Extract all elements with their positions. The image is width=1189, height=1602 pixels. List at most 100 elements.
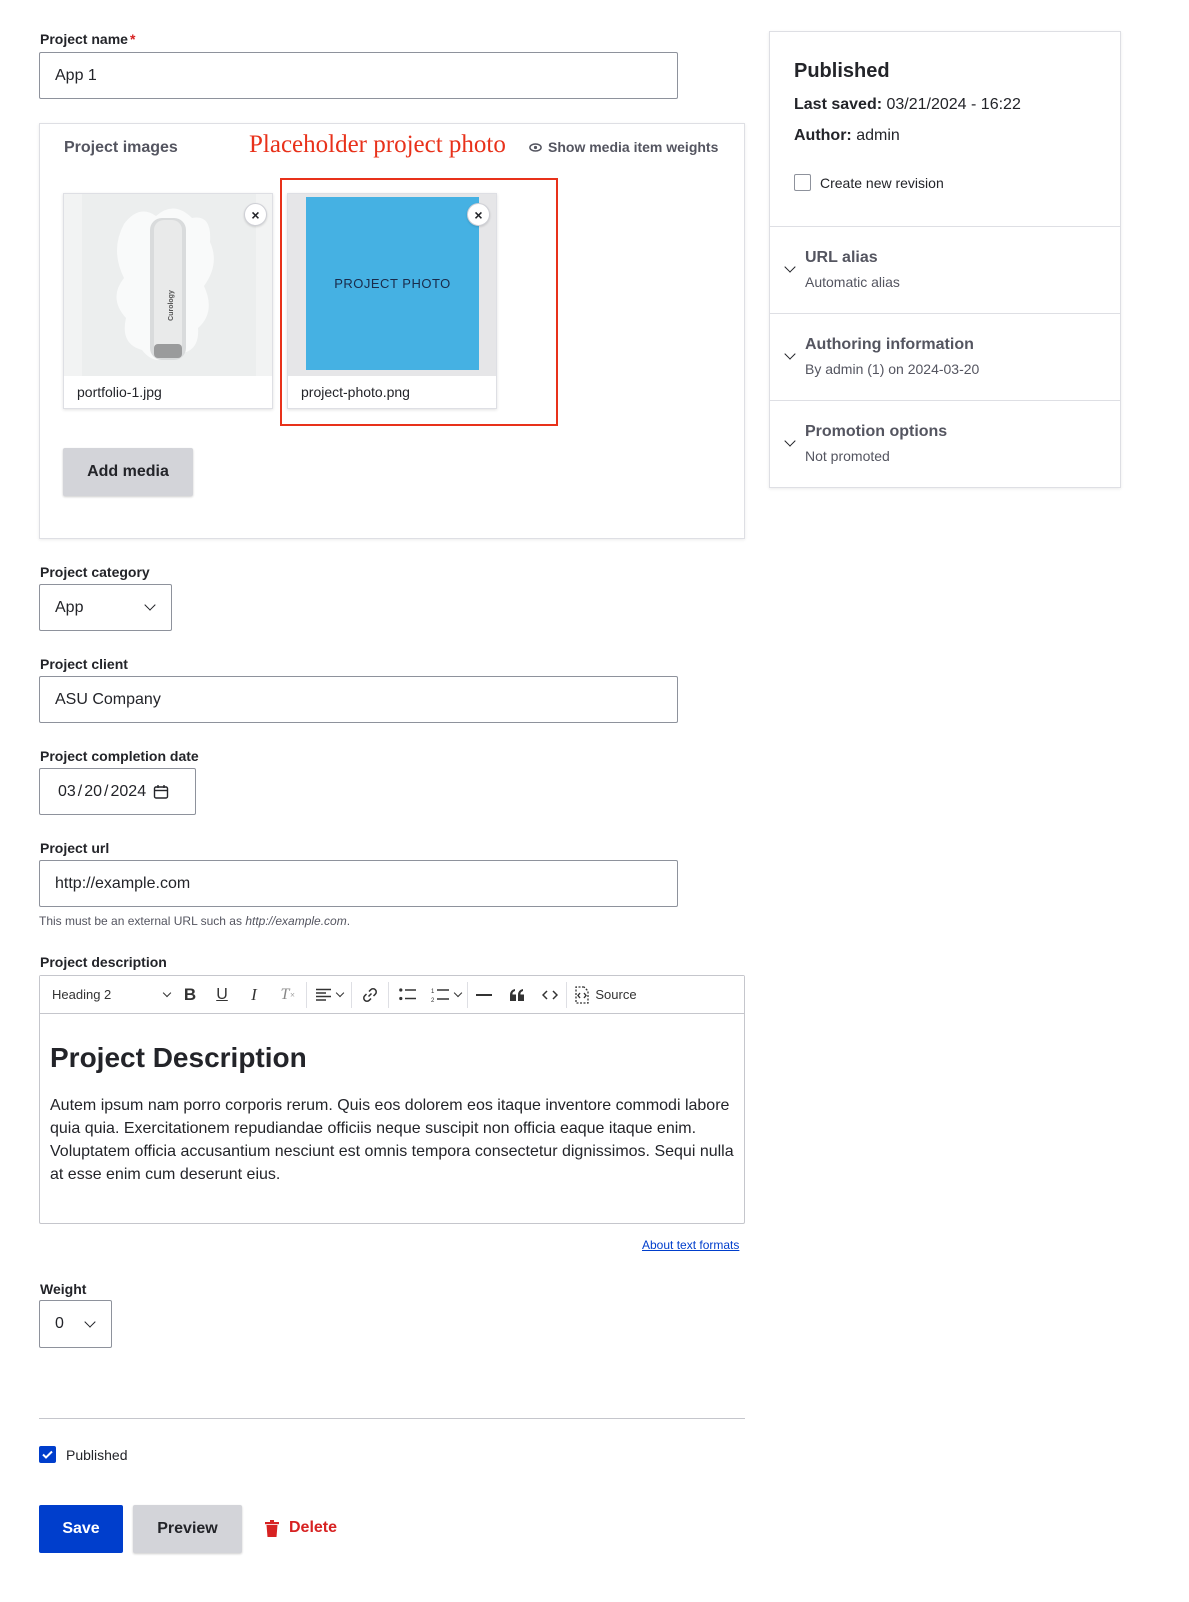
chevron-down-icon (162, 988, 172, 998)
last-saved-label: Last saved: (794, 96, 883, 113)
link-button[interactable] (352, 981, 388, 1009)
date-year[interactable]: 2024 (111, 783, 147, 801)
url-alias-summary: Automatic alias (805, 274, 900, 290)
heading-dropdown-value: Heading 2 (52, 987, 112, 1002)
sidebar-section-promotion[interactable]: Promotion options Not promoted (770, 400, 1120, 487)
chevron-down-icon (335, 988, 344, 998)
alignment-dropdown[interactable] (307, 981, 351, 1009)
completion-date-input[interactable]: 03 / 20 / 2024 (39, 768, 196, 815)
about-text-formats-link[interactable]: About text formats (642, 1238, 739, 1252)
save-button[interactable]: Save (39, 1505, 123, 1553)
align-left-icon (315, 988, 331, 1001)
weight-value: 0 (55, 1315, 64, 1332)
source-button[interactable]: Source (567, 981, 643, 1009)
code-button[interactable] (534, 981, 566, 1009)
underline-button[interactable]: U (206, 981, 238, 1009)
sidebar-section-authoring[interactable]: Authoring information By admin (1) on 20… (770, 313, 1120, 400)
required-mark: * (129, 31, 136, 47)
calendar-icon[interactable] (153, 784, 169, 800)
bulleted-list-button[interactable] (389, 981, 425, 1009)
project-name-input[interactable]: App 1 (39, 52, 678, 99)
publication-status: Published (794, 60, 890, 82)
project-url-help: This must be an external URL such as htt… (39, 914, 350, 928)
project-name-label: Project name * (40, 31, 135, 47)
chevron-down-icon (784, 348, 796, 360)
sidebar-section-url-alias[interactable]: URL alias Automatic alias (770, 226, 1120, 313)
checkmark-icon (42, 1450, 53, 1459)
promotion-summary: Not promoted (805, 448, 890, 464)
weight-select[interactable]: 0 (39, 1300, 112, 1348)
project-category-select[interactable]: App (39, 584, 172, 631)
chevron-down-icon (784, 435, 796, 447)
remove-format-icon: T (280, 985, 290, 1003)
project-name-value: App 1 (55, 66, 97, 84)
project-description-label: Project description (40, 954, 167, 970)
show-weights-text: Show media item weights (548, 139, 719, 155)
preview-button[interactable]: Preview (133, 1505, 242, 1553)
source-label: Source (595, 987, 637, 1002)
numbered-list-dropdown[interactable]: 12 (425, 981, 467, 1009)
annotation-highlight-box (280, 178, 558, 426)
promotion-title: Promotion options (805, 423, 948, 440)
bottle-brand-text: Curology (167, 290, 175, 321)
chevron-down-icon (84, 1315, 96, 1328)
form-divider (39, 1418, 745, 1419)
code-icon (542, 989, 558, 1000)
svg-text:1: 1 (431, 989, 435, 995)
delete-label: Delete (289, 1519, 338, 1536)
remove-format-button[interactable]: T × (270, 981, 306, 1009)
trash-icon (265, 1519, 279, 1537)
delete-button[interactable]: Delete (265, 1519, 337, 1537)
italic-icon: I (251, 984, 257, 1004)
project-name-label-text: Project name (40, 31, 128, 47)
horizontal-line-icon (476, 993, 492, 996)
add-media-button[interactable]: Add media (63, 448, 193, 496)
last-saved-value: 03/21/2024 - 16:22 (886, 96, 1021, 113)
author-label: Author: (794, 127, 852, 144)
eye-icon (529, 142, 542, 152)
new-revision-label: Create new revision (820, 174, 944, 191)
date-month[interactable]: 03 (58, 783, 76, 801)
description-body: Autem ipsum nam porro corporis rerum. Qu… (50, 1097, 734, 1183)
numbered-list-icon: 12 (431, 989, 449, 1003)
weight-label: Weight (40, 1281, 87, 1297)
published-checkbox[interactable] (39, 1446, 56, 1463)
completion-date-label: Project completion date (40, 748, 199, 764)
bulleted-list-icon (398, 988, 416, 1001)
editor-content[interactable]: Project Description Autem ipsum nam porr… (40, 1014, 744, 1186)
bottle-image (82, 194, 256, 376)
description-heading: Project Description (50, 1042, 307, 1073)
url-alias-title: URL alias (805, 249, 878, 266)
annotation-placeholder-label: Placeholder project photo (249, 131, 506, 158)
show-weights-link[interactable]: Show media item weights (529, 139, 718, 155)
bold-button[interactable]: B (174, 981, 206, 1009)
project-url-input[interactable]: http://example.com (39, 860, 678, 907)
new-revision-checkbox[interactable] (794, 174, 811, 191)
date-separator: / (104, 782, 109, 800)
horizontal-line-button[interactable] (468, 981, 500, 1009)
new-revision-checkbox-row[interactable]: Create new revision (794, 174, 944, 191)
editor-toolbar: Heading 2 B U I T × 12 Source (40, 976, 744, 1014)
media-item-portfolio[interactable]: Curology portfolio-1.jpg × (63, 193, 273, 409)
project-category-label: Project category (40, 564, 150, 580)
remove-media-button[interactable]: × (244, 203, 267, 226)
published-checkbox-row[interactable]: Published (39, 1446, 128, 1463)
author-info: Author: admin (794, 127, 900, 145)
close-icon: × (251, 206, 260, 223)
authoring-summary: By admin (1) on 2024-03-20 (805, 361, 980, 377)
date-day[interactable]: 20 (84, 783, 102, 801)
chevron-down-icon (144, 599, 156, 611)
svg-text:2: 2 (431, 998, 435, 1003)
underline-icon: U (216, 985, 228, 1003)
project-images-panel: Project images Placeholder project photo… (39, 123, 745, 539)
project-client-input[interactable]: ASU Company (39, 676, 678, 723)
media-filename: portfolio-1.jpg (77, 384, 162, 400)
heading-dropdown[interactable]: Heading 2 (52, 981, 174, 1009)
blockquote-button[interactable] (500, 981, 534, 1009)
chevron-down-icon (784, 261, 796, 273)
help-prefix: This must be an external URL such as (39, 914, 246, 928)
bold-icon: B (183, 984, 197, 1004)
italic-button[interactable]: I (238, 981, 270, 1009)
help-suffix: . (346, 914, 351, 928)
date-separator: / (77, 782, 83, 800)
